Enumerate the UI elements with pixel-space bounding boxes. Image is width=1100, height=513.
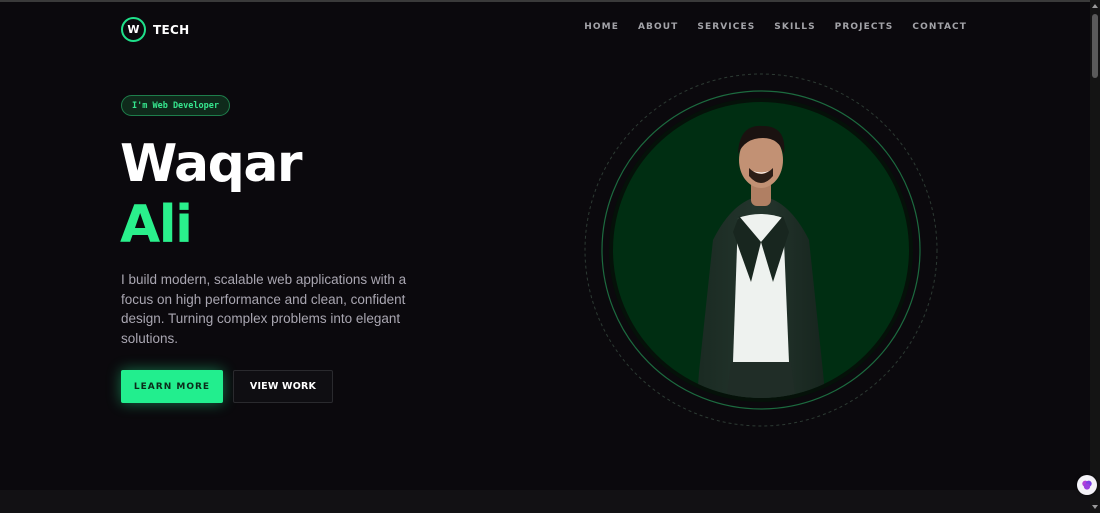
hero-portrait xyxy=(583,72,939,428)
floating-assistant-button[interactable] xyxy=(1077,475,1097,495)
site-header: W TECH HOME ABOUT SERVICES SKILLS PROJEC… xyxy=(0,2,1090,54)
scroll-down-icon[interactable] xyxy=(1092,505,1098,509)
hero-description: I build modern, scalable web application… xyxy=(121,272,407,346)
page-scrollbar[interactable] xyxy=(1090,0,1100,513)
nav-about[interactable]: ABOUT xyxy=(638,22,678,32)
nav-skills[interactable]: SKILLS xyxy=(774,22,815,32)
portrait-graphic xyxy=(584,73,938,427)
scroll-up-icon[interactable] xyxy=(1092,4,1098,8)
nav-projects[interactable]: PROJECTS xyxy=(835,22,894,32)
logo[interactable]: W TECH xyxy=(121,17,189,42)
main-nav: HOME ABOUT SERVICES SKILLS PROJECTS CONT… xyxy=(584,22,967,32)
hero-first-name: Waqar xyxy=(120,134,303,194)
nav-services[interactable]: SERVICES xyxy=(697,22,755,32)
nav-home[interactable]: HOME xyxy=(584,22,619,32)
hero-last-name: Ali xyxy=(120,195,193,255)
next-section-edge xyxy=(0,490,1090,513)
view-work-button[interactable]: VIEW WORK xyxy=(233,370,333,403)
nav-contact[interactable]: CONTACT xyxy=(912,22,967,32)
learn-more-button[interactable]: LEARN MORE xyxy=(121,370,223,403)
w-badge-icon: W xyxy=(121,17,146,42)
logo-text: TECH xyxy=(153,22,190,37)
role-badge: I'm Web Developer xyxy=(121,95,230,116)
scroll-thumb[interactable] xyxy=(1092,14,1098,78)
brain-icon xyxy=(1082,480,1092,490)
